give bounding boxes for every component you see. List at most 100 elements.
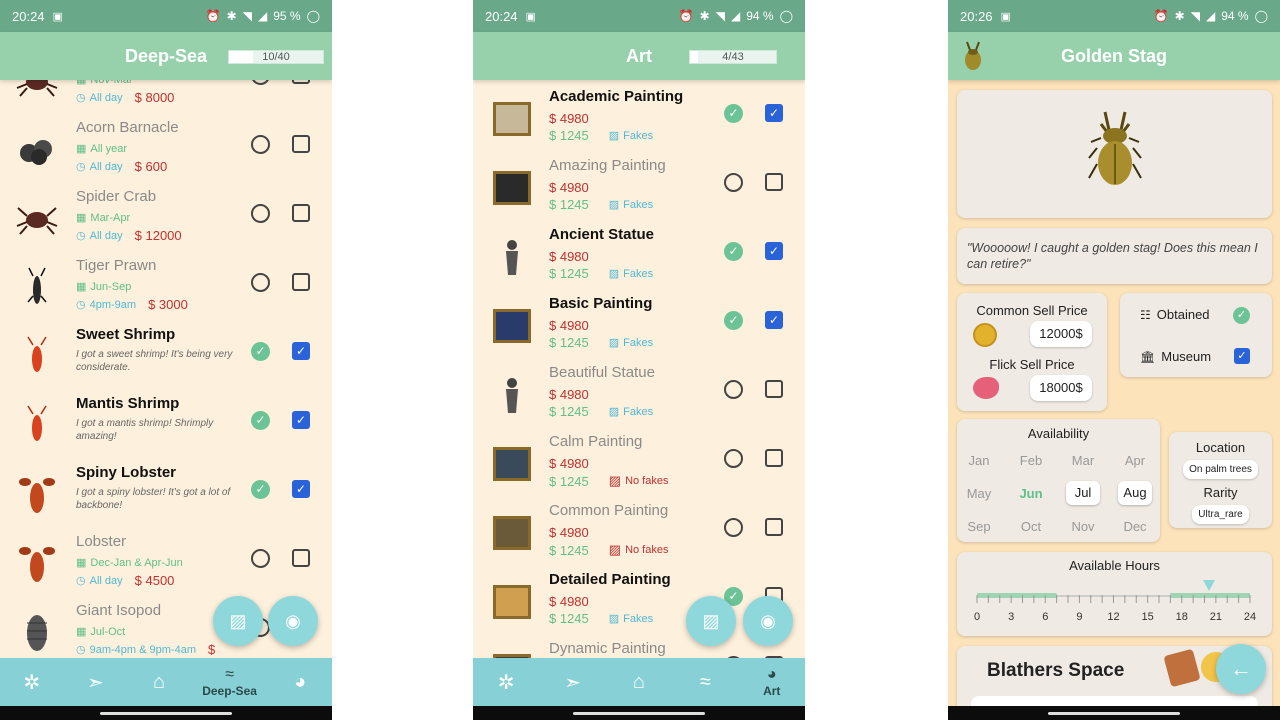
hours-text: All day: [89, 91, 123, 104]
caught-toggle[interactable]: [724, 173, 743, 192]
nav-deep-sea[interactable]: ≈ Deep-Sea: [195, 658, 265, 706]
museum-checkbox[interactable]: [292, 204, 310, 222]
nav-fish[interactable]: ➣: [545, 658, 601, 706]
lobster-icon: [14, 472, 60, 518]
nav-art[interactable]: ◕ Art: [744, 658, 800, 706]
nav-fish[interactable]: ➣: [67, 658, 123, 706]
battery-icon: ◯: [779, 9, 793, 23]
museum-checkbox[interactable]: [765, 518, 783, 536]
buy-price: $ 4980: [549, 594, 589, 609]
caught-toggle[interactable]: [251, 135, 270, 154]
museum-checkbox[interactable]: ✓: [765, 311, 783, 329]
availability-card: Availability Jan Feb Mar Apr May Jun Jul Aug Sep…: [957, 419, 1160, 542]
rarity-label: Rarity: [1203, 485, 1238, 500]
camera-fab-button[interactable]: ◉: [743, 596, 793, 646]
list-item[interactable]: Acorn Barnacle ▦ All year ◷ All day $ 600: [0, 115, 332, 184]
months-line: ▦ Jun-Sep: [76, 280, 131, 294]
museum-checkbox[interactable]: ✓: [1234, 348, 1250, 364]
caught-toggle[interactable]: ✓: [251, 411, 270, 430]
item-quote: I got a spiny lobster! It's got a lot of…: [76, 487, 231, 511]
list-item[interactable]: Ancient Statue $ 4980 $ 1245 ▨ Fakes ✓ ✓: [473, 222, 805, 291]
item-name: Amazing Painting: [549, 157, 666, 174]
fakes-text: Fakes: [623, 198, 654, 211]
month-dec: Dec: [1123, 519, 1147, 534]
art-screen: 20:24 ▣ ⏰ ✱ ◥ ◢ 94 % ◯ Art 4/43 Academic…: [473, 0, 805, 720]
back-fab-button[interactable]: ←: [1216, 644, 1266, 694]
camera-fab-button[interactable]: ◉: [268, 596, 318, 646]
item-name: Academic Painting: [549, 88, 684, 105]
museum-checkbox[interactable]: ✓: [292, 480, 310, 498]
sell-price: $ 1245: [549, 542, 589, 558]
list-item[interactable]: ▦Nov-Mar ◷All day $ 8000: [0, 80, 332, 115]
page-title: Art: [626, 45, 652, 66]
museum-checkbox[interactable]: [765, 380, 783, 398]
museum-checkbox[interactable]: ✓: [292, 342, 310, 360]
art-list[interactable]: Academic Painting $ 4980 $ 1245 ▨ Fakes ✓ ✓ Ama…: [473, 80, 805, 658]
list-item[interactable]: Spiny Lobster I got a spiny lobster! It's…: [0, 460, 332, 529]
museum-checkbox[interactable]: [765, 173, 783, 191]
artwork-thumbnail: [489, 579, 535, 625]
clock-icon: ◷: [76, 644, 86, 656]
museum-checkbox[interactable]: [292, 273, 310, 291]
flick-sell-label: Flick Sell Price: [989, 357, 1075, 372]
list-item[interactable]: Tiger Prawn ▦ Jun-Sep ◷ 4pm-9am $ 3000: [0, 253, 332, 322]
hours-text: 4pm-9am: [89, 298, 137, 311]
hours-text: All day: [89, 160, 123, 173]
fakes-text: Fakes: [623, 129, 654, 142]
progress-bar: 4/43: [689, 50, 777, 64]
caught-toggle[interactable]: ✓: [724, 242, 743, 261]
museum-checkbox[interactable]: [292, 80, 310, 84]
obtained-check[interactable]: ✓: [1233, 307, 1250, 324]
caught-toggle[interactable]: [724, 380, 743, 399]
nav-home[interactable]: ⌂: [131, 658, 187, 706]
caught-toggle[interactable]: [724, 449, 743, 468]
camera-icon: ◉: [760, 610, 776, 631]
caught-toggle[interactable]: ✓: [724, 311, 743, 330]
caught-toggle[interactable]: ✓: [251, 480, 270, 499]
list-item[interactable]: Spider Crab ▦ Mar-Apr ◷ All day $ 12000: [0, 184, 332, 253]
caught-toggle[interactable]: [251, 549, 270, 568]
month-feb: Feb: [1019, 453, 1043, 468]
deep-sea-screen: 20:24 ▣ ⏰ ✱ ◥ ◢ 95 % ◯ Deep-Sea 10/40 ▦N…: [0, 0, 332, 720]
caught-toggle[interactable]: ✓: [724, 104, 743, 123]
nav-home[interactable]: ⌂: [611, 658, 667, 706]
caught-toggle[interactable]: [251, 80, 270, 85]
battery-icon: ◯: [306, 9, 320, 23]
museum-checkbox[interactable]: [292, 135, 310, 153]
museum-checkbox[interactable]: [292, 549, 310, 567]
museum-checkbox[interactable]: [765, 449, 783, 467]
image-fab-button[interactable]: ▨: [686, 596, 736, 646]
buy-price: $ 4980: [549, 387, 589, 402]
creature-list[interactable]: ▦Nov-Mar◷All day$ 8000Acorn Barnacle▦All…: [0, 80, 332, 658]
bluetooth-icon: ✱: [699, 9, 710, 23]
museum-checkbox[interactable]: ✓: [765, 242, 783, 260]
list-item[interactable]: Calm Painting $ 4980 $ 1245 ▨ No fakes: [473, 429, 805, 498]
price-text: $ 600: [134, 159, 168, 174]
item-name: Lobster: [76, 533, 127, 550]
nav-art[interactable]: ◕: [272, 658, 328, 706]
list-item[interactable]: Mantis Shrimp I got a mantis shrimp! Shri…: [0, 391, 332, 460]
months-line: ▦Nov-Mar: [76, 80, 133, 86]
caught-toggle[interactable]: [724, 518, 743, 537]
home-icon: ⌂: [632, 670, 646, 693]
caught-toggle[interactable]: ✓: [251, 342, 270, 361]
list-item[interactable]: Academic Painting $ 4980 $ 1245 ▨ Fakes ✓ ✓: [473, 84, 805, 153]
list-item[interactable]: Sweet Shrimp I got a sweet shrimp! It's b…: [0, 322, 332, 391]
list-item[interactable]: Lobster ▦ Dec-Jan & Apr-Jun ◷ All day $ 4500: [0, 529, 332, 598]
museum-checkbox[interactable]: ✓: [765, 104, 783, 122]
crab-icon: [14, 80, 60, 104]
caught-toggle[interactable]: [251, 273, 270, 292]
home-icon: ⌂: [152, 670, 166, 693]
museum-checkbox[interactable]: ✓: [292, 411, 310, 429]
nav-deep-sea[interactable]: ≈: [677, 658, 733, 706]
nav-bugs[interactable]: ✲: [4, 658, 60, 706]
month-mar: Mar: [1071, 453, 1095, 468]
list-item[interactable]: Basic Painting $ 4980 $ 1245 ▨ Fakes ✓ ✓: [473, 291, 805, 360]
list-item[interactable]: Amazing Painting $ 4980 $ 1245 ▨ Fakes: [473, 153, 805, 222]
caught-toggle[interactable]: [251, 204, 270, 223]
list-item[interactable]: Beautiful Statue $ 4980 $ 1245 ▨ Fakes: [473, 360, 805, 429]
nav-bugs[interactable]: ✲: [478, 658, 534, 706]
bluetooth-icon: ✱: [1174, 9, 1185, 23]
image-fab-button[interactable]: ▨: [213, 596, 263, 646]
list-item[interactable]: Common Painting $ 4980 $ 1245 ▨ No fakes: [473, 498, 805, 567]
